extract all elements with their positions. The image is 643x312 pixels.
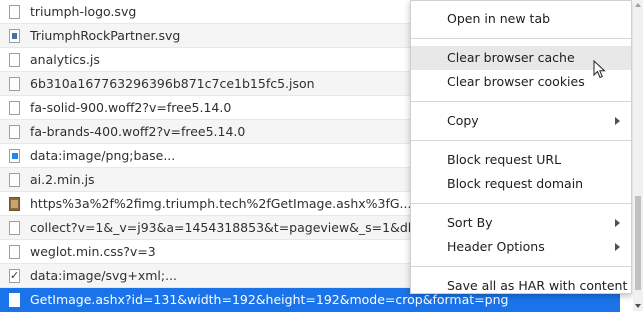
scroll-up-arrow-icon[interactable] [635,3,641,7]
menu-separator [411,140,631,141]
file-icon [9,101,20,115]
request-name: 6b310a167763296396b871c7ce1b15fc5.json [30,76,315,91]
file-icon [9,245,20,259]
menu-item-open-in-new-tab[interactable]: Open in new tab [411,7,631,31]
scroll-down-arrow-icon[interactable] [635,304,641,308]
menu-separator [411,101,631,102]
file-icon [9,77,20,91]
file-icon [9,221,20,235]
image-file-icon [9,197,20,211]
vertical-scrollbar[interactable] [633,0,643,311]
request-name: ai.2.min.js [30,172,95,187]
request-name: triumph-logo.svg [30,4,137,19]
request-name: https%3a%2f%2fimg.triumph.tech%2fGetImag… [30,196,445,211]
request-name: weglot.min.css?v=3 [30,244,156,259]
menu-item-sort-by[interactable]: Sort By [411,211,631,235]
menu-separator [411,203,631,204]
submenu-arrow-icon [615,219,620,227]
file-icon [9,173,20,187]
svg-file-icon [9,29,20,43]
mouse-cursor-icon [593,60,606,79]
submenu-arrow-icon [615,117,620,125]
context-menu: Open in new tab Clear browser cache Clear … [410,0,632,294]
menu-item-block-request-url[interactable]: Block request URL [411,148,631,172]
menu-item-header-options[interactable]: Header Options [411,235,631,259]
request-name: fa-solid-900.woff2?v=free5.14.0 [30,100,232,115]
file-icon [9,125,20,139]
request-name: data:image/svg+xml;... [30,268,178,283]
scrollbar-thumb[interactable] [635,196,641,290]
menu-item-copy[interactable]: Copy [411,109,631,133]
file-icon [9,293,20,307]
request-name: TriumphRockPartner.svg [30,28,181,43]
submenu-arrow-icon [615,243,620,251]
png-file-icon [9,149,20,163]
file-icon [9,53,20,67]
svg-check-file-icon: ✓ [9,269,20,283]
menu-item-block-request-domain[interactable]: Block request domain [411,172,631,196]
request-name: analytics.js [30,52,100,67]
menu-separator [411,266,631,267]
file-icon [9,5,20,19]
request-name: collect?v=1&_v=j93&a=1454318853&t=pagevi… [30,220,436,235]
menu-separator [411,38,631,39]
request-name: fa-brands-400.woff2?v=free5.14.0 [30,124,246,139]
request-name: data:image/png;base... [30,148,176,163]
menu-item-save-all-as-har-with-content[interactable]: Save all as HAR with content [411,274,631,298]
